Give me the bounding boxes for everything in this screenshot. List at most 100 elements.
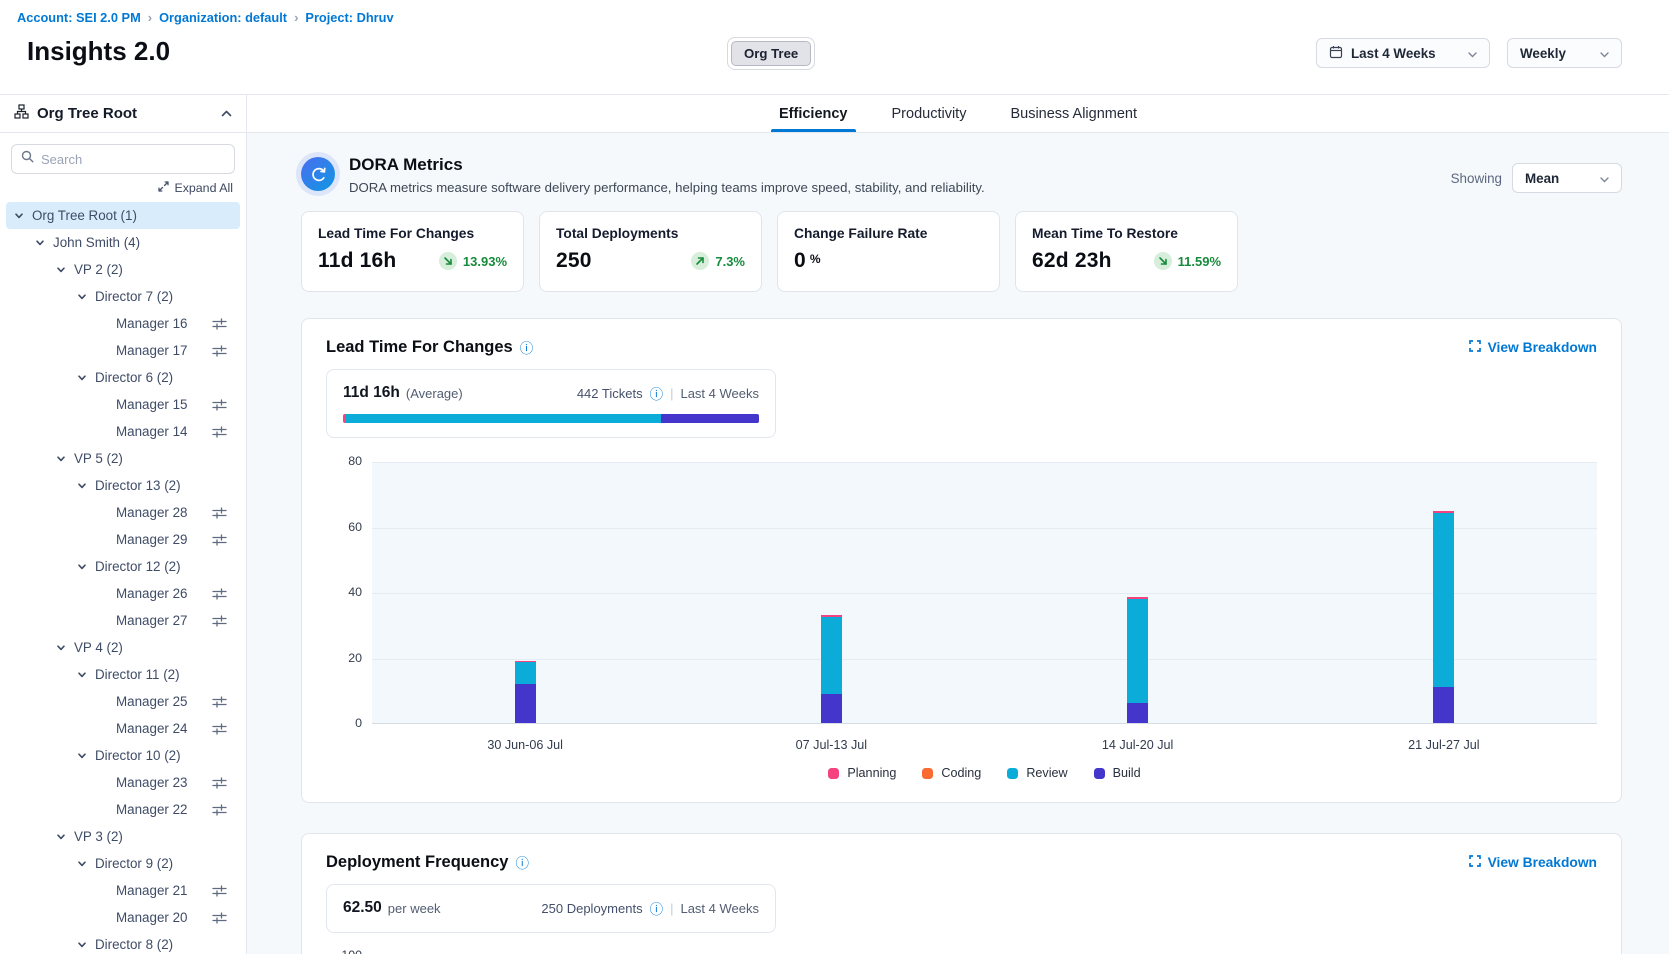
- deployment-view-breakdown[interactable]: View Breakdown: [1469, 855, 1597, 870]
- chevron-down-icon[interactable]: [75, 751, 89, 761]
- tree-row[interactable]: VP 3 (2): [6, 823, 240, 850]
- bar-segment-review: [821, 617, 842, 694]
- tree-row[interactable]: Director 6 (2): [6, 364, 240, 391]
- tree-row[interactable]: Manager 28: [6, 499, 240, 526]
- tree-row[interactable]: Manager 24: [6, 715, 240, 742]
- org-tree-button[interactable]: Org Tree: [731, 41, 811, 66]
- gridline: [372, 593, 1597, 594]
- tree-row[interactable]: Manager 22: [6, 796, 240, 823]
- tree-row[interactable]: John Smith (4): [6, 229, 240, 256]
- chevron-down-icon[interactable]: [75, 481, 89, 491]
- date-range-select[interactable]: Last 4 Weeks: [1316, 38, 1490, 68]
- tree-row[interactable]: Director 12 (2): [6, 553, 240, 580]
- sliders-icon[interactable]: [212, 588, 227, 600]
- sliders-icon[interactable]: [212, 804, 227, 816]
- tab-business-alignment[interactable]: Business Alignment: [1008, 95, 1139, 132]
- tree-row[interactable]: Director 7 (2): [6, 283, 240, 310]
- tree-row[interactable]: Org Tree Root (1): [6, 202, 240, 229]
- dora-titles: DORA Metrics DORA metrics measure softwa…: [349, 155, 985, 195]
- tab-efficiency[interactable]: Efficiency: [777, 95, 850, 132]
- metric-card-mean-time-to-restore: Mean Time To Restore62d 23h11.59%: [1015, 211, 1238, 292]
- breadcrumb-link[interactable]: Project: Dhruv: [305, 10, 393, 25]
- chevron-down-icon[interactable]: [54, 454, 68, 464]
- legend-swatch: [828, 768, 839, 779]
- tree-row[interactable]: Manager 17: [6, 337, 240, 364]
- tree-row[interactable]: Manager 21: [6, 877, 240, 904]
- tree-row[interactable]: Director 11 (2): [6, 661, 240, 688]
- tree-row[interactable]: Manager 29: [6, 526, 240, 553]
- chevron-down-icon[interactable]: [54, 832, 68, 842]
- legend-item-review[interactable]: Review: [1007, 766, 1067, 780]
- tree-row[interactable]: VP 5 (2): [6, 445, 240, 472]
- breadcrumb-link[interactable]: Account: SEI 2.0 PM: [17, 10, 141, 25]
- legend-item-build[interactable]: Build: [1094, 766, 1141, 780]
- legend-swatch: [922, 768, 933, 779]
- sliders-icon[interactable]: [212, 777, 227, 789]
- tree-row[interactable]: Manager 16: [6, 310, 240, 337]
- deployment-rate-value: 62.50: [343, 899, 382, 917]
- metric-delta-value: 11.59%: [1178, 254, 1221, 269]
- stacked-bar-14-jul-20-jul[interactable]: [1127, 597, 1148, 723]
- lead-time-view-breakdown[interactable]: View Breakdown: [1469, 340, 1597, 355]
- search-input[interactable]: [41, 152, 225, 167]
- sliders-icon[interactable]: [212, 696, 227, 708]
- x-tick-label: 21 Jul-27 Jul: [1408, 738, 1479, 752]
- tree-node-label: Manager 23: [116, 775, 187, 790]
- tree-row[interactable]: VP 4 (2): [6, 634, 240, 661]
- sliders-icon[interactable]: [212, 345, 227, 357]
- sliders-icon[interactable]: [212, 507, 227, 519]
- chevron-down-icon[interactable]: [54, 643, 68, 653]
- bar-segment-review: [515, 662, 536, 683]
- sliders-icon[interactable]: [212, 534, 227, 546]
- tree-row[interactable]: Manager 25: [6, 688, 240, 715]
- legend-item-coding[interactable]: Coding: [922, 766, 981, 780]
- tab-productivity[interactable]: Productivity: [890, 95, 969, 132]
- sliders-icon[interactable]: [212, 723, 227, 735]
- chevron-down-icon[interactable]: [75, 940, 89, 950]
- tree-row[interactable]: Manager 14: [6, 418, 240, 445]
- sliders-icon[interactable]: [212, 399, 227, 411]
- tree-row[interactable]: VP 2 (2): [6, 256, 240, 283]
- breadcrumb-link[interactable]: Organization: default: [159, 10, 287, 25]
- chevron-down-icon[interactable]: [75, 859, 89, 869]
- tree-row[interactable]: Manager 20: [6, 904, 240, 931]
- info-icon[interactable]: ⓘ: [650, 383, 664, 403]
- sliders-icon[interactable]: [212, 615, 227, 627]
- lead-time-average-value: 11d 16h: [343, 384, 400, 402]
- metric-delta-badge: 13.93%: [439, 252, 507, 270]
- sliders-icon[interactable]: [212, 885, 227, 897]
- metric-delta-value: 7.3%: [715, 254, 745, 269]
- info-icon[interactable]: ⓘ: [520, 337, 534, 357]
- stacked-bar-21-jul-27-jul[interactable]: [1433, 511, 1454, 723]
- showing-select[interactable]: Mean: [1512, 163, 1622, 193]
- info-icon[interactable]: ⓘ: [650, 898, 664, 918]
- sliders-icon[interactable]: [212, 318, 227, 330]
- info-icon[interactable]: ⓘ: [515, 852, 529, 872]
- stacked-bar-07-jul-13-jul[interactable]: [821, 615, 842, 723]
- tree-row[interactable]: Director 13 (2): [6, 472, 240, 499]
- sliders-icon[interactable]: [212, 912, 227, 924]
- chevron-down-icon[interactable]: [75, 562, 89, 572]
- tree-row[interactable]: Manager 23: [6, 769, 240, 796]
- tree-row[interactable]: Director 9 (2): [6, 850, 240, 877]
- chevron-down-icon[interactable]: [12, 211, 26, 221]
- tree-row[interactable]: Manager 27: [6, 607, 240, 634]
- tree-node-label: Manager 26: [116, 586, 187, 601]
- chevron-down-icon[interactable]: [75, 373, 89, 383]
- chevron-down-icon[interactable]: [54, 265, 68, 275]
- collapse-chevron-icon[interactable]: [221, 105, 232, 123]
- chevron-down-icon[interactable]: [75, 292, 89, 302]
- tree-row[interactable]: Manager 15: [6, 391, 240, 418]
- chevron-down-icon[interactable]: [33, 238, 47, 248]
- metric-label: Change Failure Rate: [794, 226, 983, 241]
- stacked-bar-30-jun-06-jul[interactable]: [515, 661, 536, 723]
- tree-row[interactable]: Director 8 (2): [6, 931, 240, 954]
- sliders-icon[interactable]: [212, 426, 227, 438]
- granularity-select[interactable]: Weekly: [1507, 38, 1622, 68]
- chevron-down-icon[interactable]: [75, 670, 89, 680]
- legend-item-planning[interactable]: Planning: [828, 766, 896, 780]
- expand-all-button[interactable]: Expand All: [0, 181, 233, 195]
- tree-row[interactable]: Director 10 (2): [6, 742, 240, 769]
- tree-row[interactable]: Manager 26: [6, 580, 240, 607]
- tree-node-label: Manager 24: [116, 721, 187, 736]
